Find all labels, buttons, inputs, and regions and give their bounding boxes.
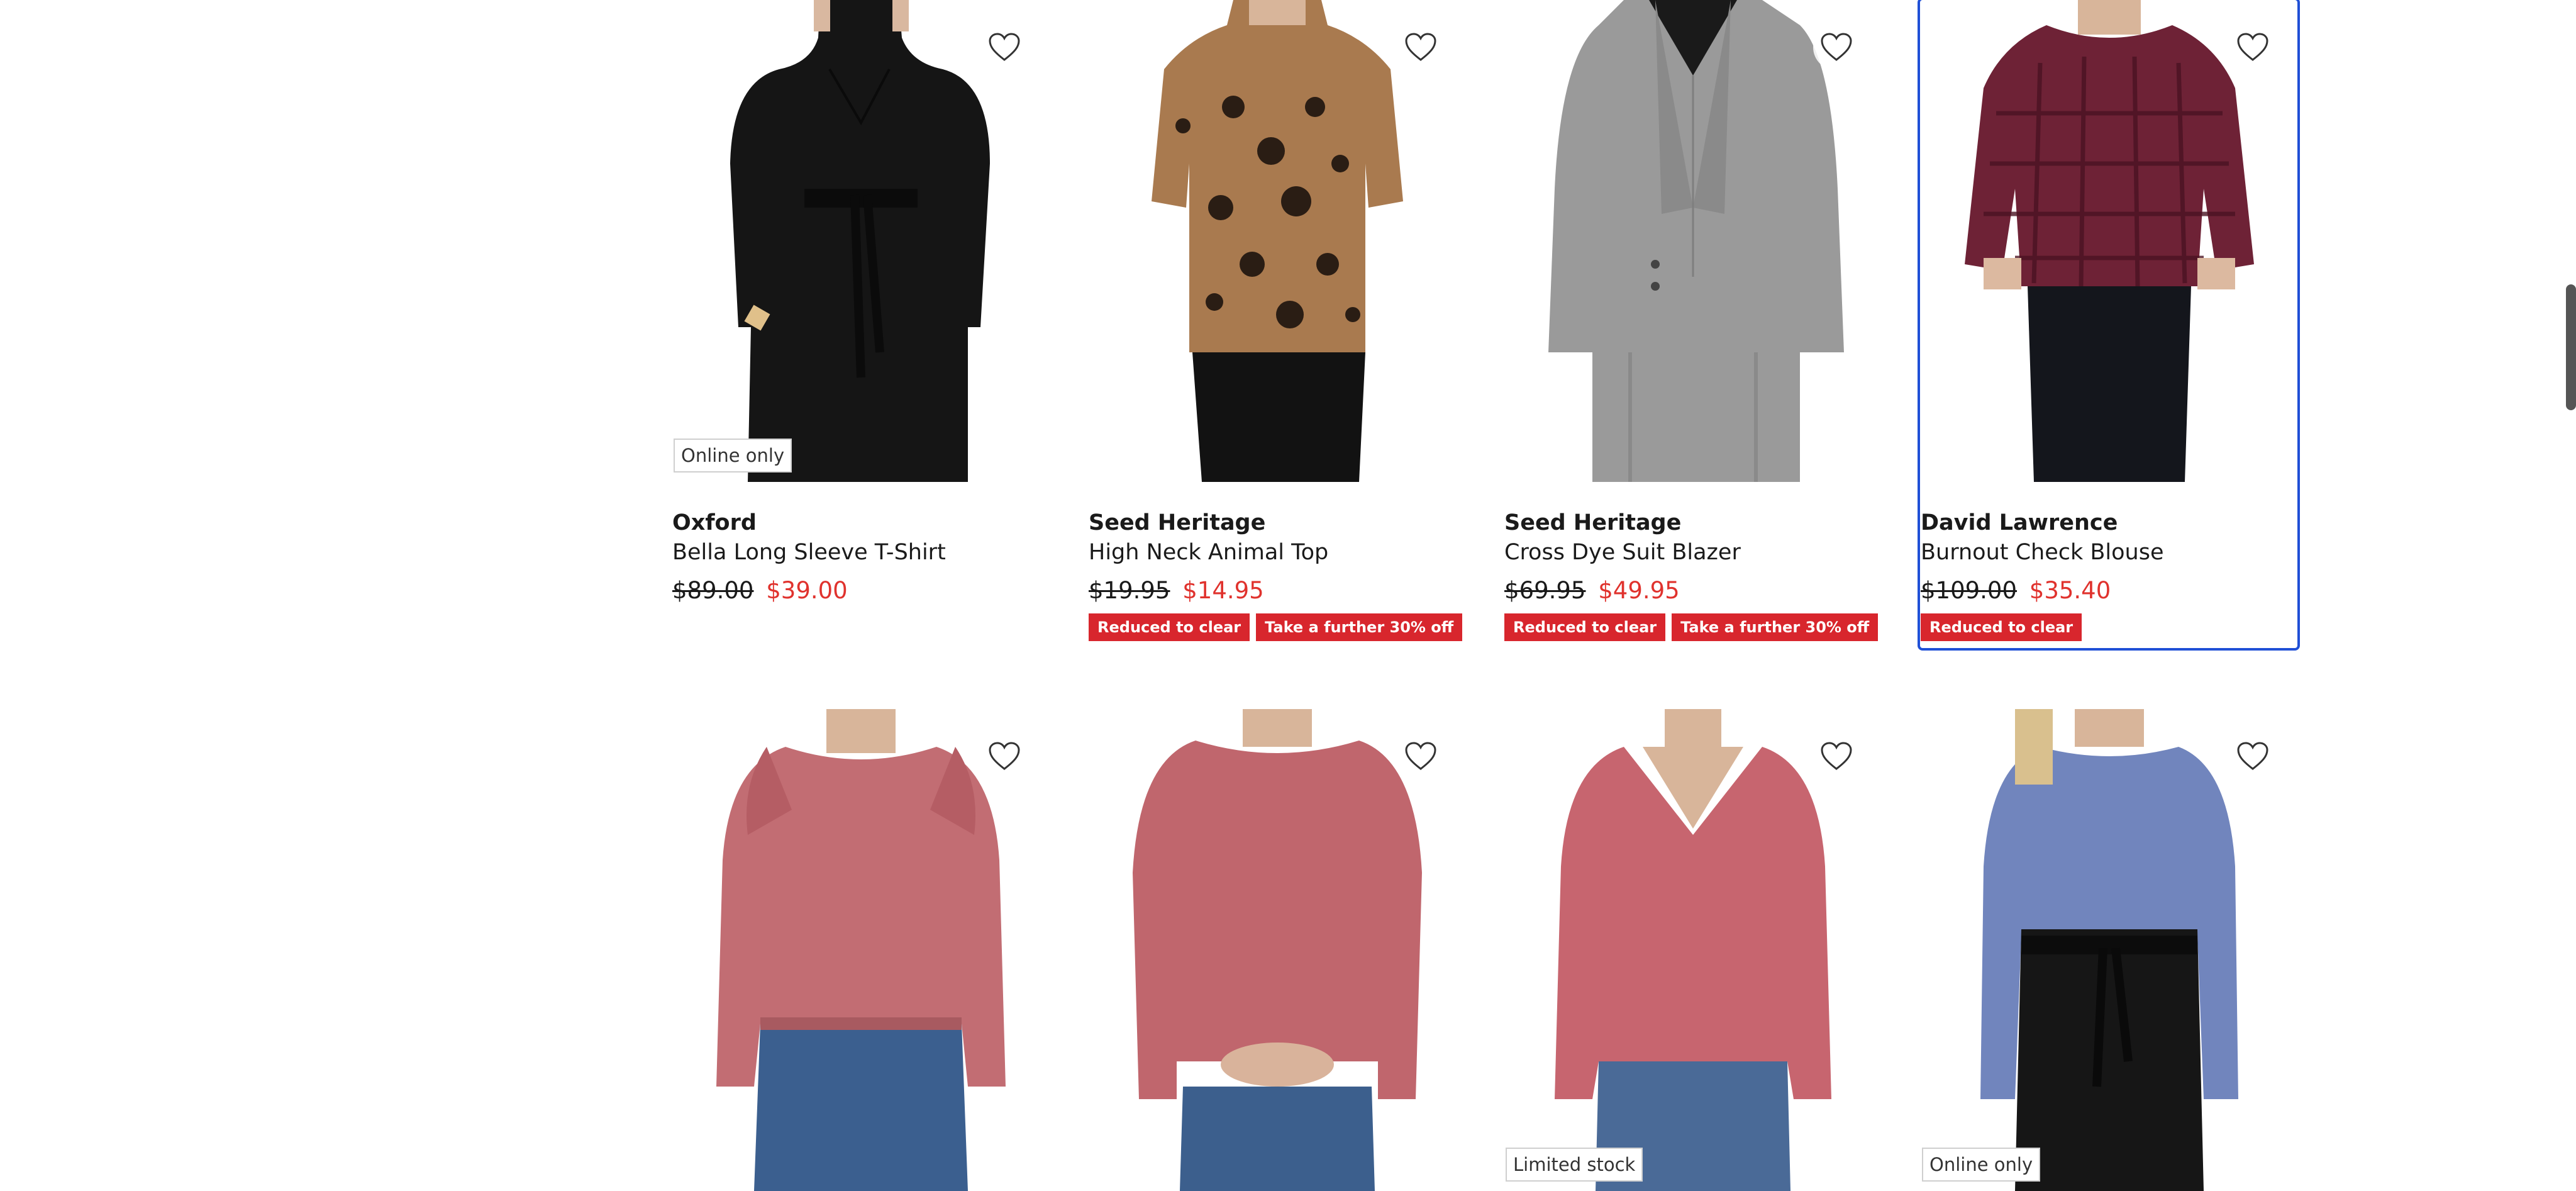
product-card[interactable]: Limited stock xyxy=(1504,709,1881,1191)
product-info: Seed Heritage Cross Dye Suit Blazer $69.… xyxy=(1504,508,1881,641)
availability-flag: Limited stock xyxy=(1506,1148,1643,1182)
product-card[interactable] xyxy=(672,709,1049,1191)
promo-badges: Reduced to clear Take a further 30% off xyxy=(1504,613,1881,641)
heart-outline-icon xyxy=(1821,33,1852,61)
heart-outline-icon xyxy=(989,33,1020,61)
product-image[interactable] xyxy=(1921,709,2297,1191)
sale-price: $49.95 xyxy=(1598,577,1680,604)
product-image[interactable] xyxy=(1089,709,1465,1191)
promo-badge: Take a further 30% off xyxy=(1672,613,1879,641)
heart-outline-icon xyxy=(989,742,1020,770)
product-image[interactable] xyxy=(1504,709,1881,1191)
product-brand[interactable]: Seed Heritage xyxy=(1504,508,1881,537)
heart-outline-icon xyxy=(1405,33,1436,61)
heart-outline-icon xyxy=(2237,742,2268,770)
product-card[interactable]: Online only Oxford Bella Long Sleeve T-S… xyxy=(672,0,1049,642)
wishlist-button[interactable] xyxy=(1397,24,1444,70)
product-card[interactable]: Seed Heritage Cross Dye Suit Blazer $69.… xyxy=(1504,0,1881,642)
wishlist-button[interactable] xyxy=(981,733,1028,780)
price-row: $89.00 $39.00 xyxy=(672,576,1049,606)
product-image[interactable] xyxy=(672,0,1049,482)
sale-price: $39.00 xyxy=(766,577,848,604)
product-info: Oxford Bella Long Sleeve T-Shirt $89.00 … xyxy=(672,508,1049,606)
promo-badge: Reduced to clear xyxy=(1089,613,1250,641)
product-card[interactable]: Seed Heritage High Neck Animal Top $19.9… xyxy=(1089,0,1465,642)
wishlist-button[interactable] xyxy=(2229,733,2276,780)
product-card[interactable]: Online only xyxy=(1921,709,2297,1191)
product-image[interactable] xyxy=(1504,0,1881,482)
page-scrollbar[interactable] xyxy=(2566,284,2576,410)
product-brand[interactable]: Oxford xyxy=(672,508,1049,537)
product-name[interactable]: High Neck Animal Top xyxy=(1089,538,1465,567)
heart-outline-icon xyxy=(1405,742,1436,770)
availability-flag: Online only xyxy=(674,439,792,472)
original-price: $89.00 xyxy=(672,577,754,604)
promo-badge: Take a further 30% off xyxy=(1256,613,1463,641)
product-image[interactable] xyxy=(1089,0,1465,482)
product-name[interactable]: Cross Dye Suit Blazer xyxy=(1504,538,1881,567)
price-row: $69.95 $49.95 xyxy=(1504,576,1881,606)
sale-price: $14.95 xyxy=(1182,577,1264,604)
wishlist-button[interactable] xyxy=(1813,733,1860,780)
wishlist-button[interactable] xyxy=(1397,733,1444,780)
price-row: $19.95 $14.95 xyxy=(1089,576,1465,606)
product-image[interactable] xyxy=(672,709,1049,1191)
promo-badge: Reduced to clear xyxy=(1504,613,1666,641)
keyboard-focus-ring xyxy=(1918,0,2300,651)
availability-flag: Online only xyxy=(1922,1148,2041,1182)
heart-outline-icon xyxy=(1821,742,1852,770)
product-card[interactable] xyxy=(1089,709,1465,1191)
original-price: $19.95 xyxy=(1089,577,1170,604)
wishlist-button[interactable] xyxy=(1813,24,1860,70)
product-name[interactable]: Bella Long Sleeve T-Shirt xyxy=(672,538,1049,567)
promo-badges: Reduced to clear Take a further 30% off xyxy=(1089,613,1465,641)
wishlist-button[interactable] xyxy=(981,24,1028,70)
original-price: $69.95 xyxy=(1504,577,1586,604)
product-brand[interactable]: Seed Heritage xyxy=(1089,508,1465,537)
product-grid: Online only Oxford Bella Long Sleeve T-S… xyxy=(672,0,2301,1191)
product-info: Seed Heritage High Neck Animal Top $19.9… xyxy=(1089,508,1465,641)
